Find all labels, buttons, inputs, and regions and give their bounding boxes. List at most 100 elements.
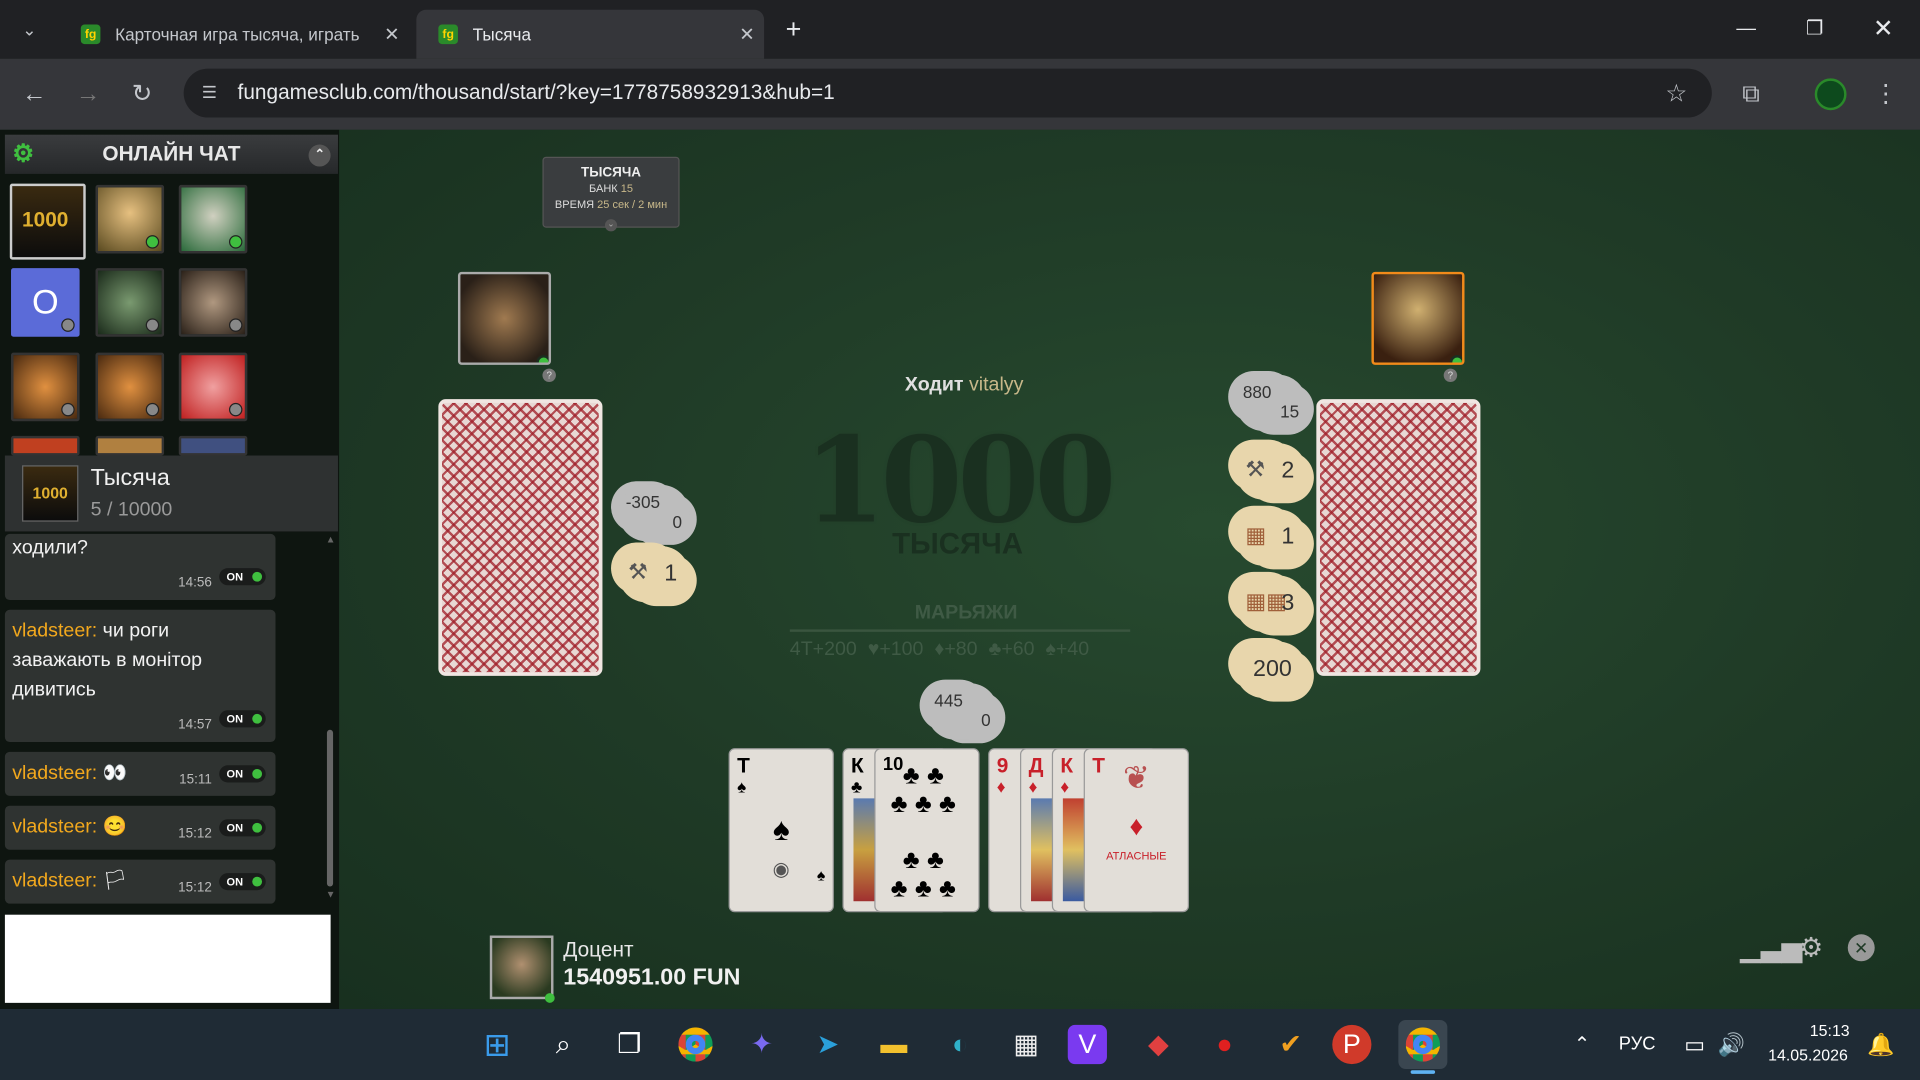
forward-arrow-icon[interactable]: → — [69, 75, 108, 114]
edge-icon[interactable]: ◐ — [936, 1020, 985, 1069]
message-toggle[interactable]: ON — [219, 710, 266, 728]
hand-card-ace-diamonds[interactable]: Т ❦ ♦ АТЛАСНЫЕ — [1083, 748, 1189, 913]
scroll-down-icon[interactable]: ▼ — [326, 889, 336, 900]
settings-gear-icon[interactable]: ⚙ — [1794, 931, 1828, 965]
chat-title: ОНЛАЙН ЧАТ — [102, 142, 241, 166]
avatar-user[interactable] — [95, 352, 165, 422]
message-text: 😊 — [102, 816, 128, 838]
start-windows-icon[interactable]: ⊞ — [473, 1020, 522, 1069]
message-toggle[interactable]: ON — [219, 819, 266, 837]
reload-icon[interactable]: ↻ — [122, 75, 161, 114]
keyboard-language[interactable]: РУС — [1619, 1033, 1656, 1054]
search-icon[interactable]: ⌕ — [539, 1020, 588, 1069]
avatar-thousand[interactable]: 1000 — [9, 183, 86, 260]
collapse-chevron-icon[interactable]: ⌃ — [308, 144, 331, 167]
telegram-icon[interactable]: ➤ — [803, 1020, 852, 1069]
clock-time[interactable]: 15:13 — [1810, 1021, 1850, 1039]
chat-scrollbar[interactable]: ▲ ▼ — [326, 534, 336, 901]
browser-tab-bar: ⌄ fg Карточная игра тысяча, играть ✕ fg … — [0, 0, 1920, 59]
scroll-up-icon[interactable]: ▲ — [326, 534, 336, 545]
chrome-active-icon[interactable] — [1398, 1020, 1448, 1069]
new-tab-icon[interactable]: + — [774, 12, 813, 46]
chrome-icon[interactable] — [671, 1020, 720, 1069]
marriages-values: 4Т+200 ♥+100 ♦+80 ♣+60 ♠+40 — [789, 639, 1090, 661]
leave-table-close-icon[interactable]: ✕ — [1847, 934, 1875, 962]
browser-toolbar: ← → ↻ fungamesclub.com/thousand/start/?k… — [0, 58, 1920, 130]
avatar-user[interactable] — [11, 435, 80, 456]
notifications-icon[interactable]: 🔔 — [1856, 1020, 1905, 1069]
extensions-icon[interactable]: ⧉ — [1731, 75, 1770, 114]
menu-kebab-icon[interactable]: ⋮ — [1866, 75, 1905, 114]
my-avatar[interactable] — [489, 935, 554, 1000]
minimize-icon[interactable]: — — [1727, 12, 1766, 46]
record-icon[interactable]: ● — [1200, 1020, 1249, 1069]
tab-close-icon[interactable]: ✕ — [375, 23, 409, 45]
message-user[interactable]: vladsteer: — [12, 621, 97, 642]
volume-icon[interactable]: 🔊 — [1707, 1020, 1756, 1069]
tasks-icon[interactable]: ✔ — [1266, 1020, 1315, 1069]
copilot-icon[interactable]: ✦ — [737, 1020, 786, 1069]
tray-chevron-up-icon[interactable]: ⌃ — [1558, 1020, 1607, 1069]
app-icon[interactable]: ◆ — [1134, 1020, 1183, 1069]
chat-message: vladsteer: 👀 15:11 ON — [4, 751, 276, 796]
message-time: 15:11 — [179, 772, 212, 788]
hand-card-ten-clubs[interactable]: 10 ♣♣ ♣♣♣ ♣♣ ♣♣♣ — [874, 748, 980, 913]
message-text: ходили? — [12, 537, 88, 559]
avatar-user[interactable] — [178, 268, 248, 337]
message-time: 14:57 — [178, 717, 212, 733]
hand-card-ace-spades[interactable]: Т ♠ ♠ ◉ ♠ — [728, 748, 834, 913]
chat-message-input[interactable] — [4, 914, 331, 1003]
message-toggle[interactable]: ON — [219, 765, 266, 783]
close-window-icon[interactable]: ✕ — [1864, 12, 1903, 46]
avatar-user[interactable] — [178, 352, 248, 422]
right-player-avatar[interactable] — [1371, 271, 1465, 365]
tab-thousand-info[interactable]: fg Карточная игра тысяча, играть ✕ — [59, 10, 409, 59]
message-toggle[interactable]: ON — [219, 568, 266, 586]
tab-close-icon[interactable]: ✕ — [730, 23, 764, 45]
player-info-icon[interactable]: ? — [542, 368, 556, 383]
player-info-icon[interactable]: ? — [1443, 368, 1458, 383]
room-thousand-logo-icon: 1000 — [22, 465, 79, 522]
profile-avatar[interactable] — [1814, 78, 1847, 111]
avatar-user[interactable] — [178, 435, 248, 456]
left-player-avatar[interactable] — [457, 271, 552, 365]
expand-chevron-icon[interactable]: ⌄ — [604, 219, 618, 232]
address-bar[interactable]: fungamesclub.com/thousand/start/?key=177… — [183, 68, 1712, 118]
avatar-letter[interactable]: О — [11, 268, 80, 337]
file-explorer-icon[interactable]: ▬ — [869, 1020, 918, 1069]
message-text: 🏳 — [102, 870, 128, 892]
site-favicon-icon: fg — [438, 24, 458, 45]
my-balance: 1540951.00 FUN — [563, 964, 741, 991]
avatar-user[interactable] — [11, 352, 80, 422]
avatar-user[interactable] — [178, 184, 248, 254]
app-p-icon[interactable]: P — [1332, 1024, 1372, 1065]
tab-list-button[interactable]: ⌄ — [10, 10, 49, 49]
message-toggle[interactable]: ON — [219, 873, 266, 891]
message-time: 14:56 — [178, 575, 212, 591]
my-name: Доцент — [563, 937, 634, 962]
back-arrow-icon[interactable]: ← — [15, 75, 54, 114]
task-view-icon[interactable]: ❐ — [605, 1020, 654, 1069]
message-user[interactable]: vladsteer: — [12, 871, 97, 892]
tab-thousand-game[interactable]: fg Тысяча ✕ — [416, 9, 765, 59]
chat-room-header[interactable]: 1000 Тысяча 5 / 10000 — [4, 455, 338, 532]
gear-icon[interactable]: ⚙ — [12, 135, 34, 174]
clock-date[interactable]: 14.05.2026 — [1768, 1046, 1848, 1064]
message-user[interactable]: vladsteer: — [12, 817, 97, 838]
restore-icon[interactable]: ❐ — [1795, 12, 1834, 46]
stats-icon[interactable]: ▁▃▅ — [1740, 931, 1802, 965]
scroll-thumb[interactable] — [326, 729, 334, 887]
active-app-indicator — [1410, 1070, 1436, 1074]
store-icon[interactable]: ▦ — [1002, 1020, 1051, 1069]
game-title: ТЫСЯЧА — [581, 165, 642, 181]
message-time: 15:12 — [178, 880, 212, 896]
vivaldi-icon[interactable]: V — [1067, 1024, 1107, 1065]
avatar-user[interactable] — [95, 268, 165, 337]
turn-indicator: Ходит vitalyy — [904, 374, 1024, 396]
message-user[interactable]: vladsteer: — [12, 763, 97, 784]
avatar-user[interactable] — [95, 435, 165, 456]
site-settings-icon[interactable]: ☰ — [193, 76, 225, 108]
right-player-barrels: ▦▦ 3 — [1235, 575, 1307, 632]
bookmark-star-icon[interactable]: ☆ — [1657, 75, 1696, 114]
avatar-user[interactable] — [95, 184, 165, 254]
